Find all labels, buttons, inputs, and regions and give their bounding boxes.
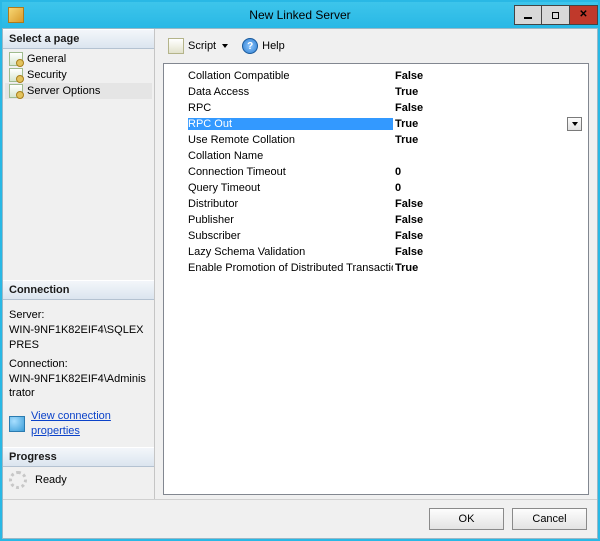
property-name: RPC xyxy=(188,102,393,114)
progress-block: Ready xyxy=(3,467,154,499)
property-row[interactable]: Enable Promotion of Distributed Transact… xyxy=(166,260,586,276)
property-name: Publisher xyxy=(188,214,393,226)
titlebar[interactable]: New Linked Server xyxy=(2,2,598,28)
client-area: Select a page General Security Server Opti… xyxy=(2,28,598,539)
property-name: RPC Out xyxy=(188,118,393,130)
property-row[interactable]: PublisherFalse xyxy=(166,212,586,228)
body: Select a page General Security Server Opti… xyxy=(3,29,597,499)
property-name: Query Timeout xyxy=(188,182,393,194)
property-value[interactable]: True xyxy=(393,262,586,274)
page-icon xyxy=(9,68,23,82)
property-row[interactable]: Collation Name xyxy=(166,148,586,164)
minimize-button[interactable] xyxy=(514,5,542,25)
server-label: Server: xyxy=(9,308,148,323)
cancel-button[interactable]: Cancel xyxy=(512,508,587,530)
property-value[interactable]: False xyxy=(393,214,586,226)
page-icon xyxy=(9,84,23,98)
properties-icon xyxy=(9,416,25,432)
page-item[interactable]: Server Options xyxy=(5,83,152,99)
help-button[interactable]: Help xyxy=(237,35,290,57)
page-item-label: Server Options xyxy=(27,85,100,97)
property-value[interactable]: False xyxy=(393,70,586,82)
property-name: Lazy Schema Validation xyxy=(188,246,393,258)
property-grid[interactable]: Collation CompatibleFalseData AccessTrue… xyxy=(163,63,589,495)
property-row[interactable]: DistributorFalse xyxy=(166,196,586,212)
connection-block: Server: WIN-9NF1K82EIF4\SQLEXPRES Connec… xyxy=(3,300,154,447)
property-row[interactable]: Query Timeout0 xyxy=(166,180,586,196)
script-button[interactable]: Script xyxy=(163,35,233,57)
property-row[interactable]: SubscriberFalse xyxy=(166,228,586,244)
progress-header: Progress xyxy=(3,447,154,467)
property-row[interactable]: RPCFalse xyxy=(166,100,586,116)
window-buttons xyxy=(514,5,598,25)
button-bar: OK Cancel xyxy=(3,499,597,538)
property-row[interactable]: Data AccessTrue xyxy=(166,84,586,100)
property-name: Data Access xyxy=(188,86,393,98)
property-row[interactable]: Collation CompatibleFalse xyxy=(166,68,586,84)
property-value[interactable]: False xyxy=(393,230,586,242)
property-name: Connection Timeout xyxy=(188,166,393,178)
property-value[interactable]: True xyxy=(393,86,586,98)
property-row[interactable]: Use Remote CollationTrue xyxy=(166,132,586,148)
page-item-label: Security xyxy=(27,69,67,81)
property-row[interactable]: Lazy Schema ValidationFalse xyxy=(166,244,586,260)
property-name: Use Remote Collation xyxy=(188,134,393,146)
connection-header: Connection xyxy=(3,280,154,300)
app-icon xyxy=(8,7,24,23)
right-pane: Script Help Collation CompatibleFalseDat… xyxy=(155,29,597,499)
property-name: Collation Name xyxy=(188,150,393,162)
property-value[interactable]: False xyxy=(393,198,586,210)
pages-header: Select a page xyxy=(3,29,154,49)
progress-spinner-icon xyxy=(9,471,27,489)
page-icon xyxy=(9,52,23,66)
page-item[interactable]: Security xyxy=(5,67,152,83)
close-button[interactable] xyxy=(570,5,598,25)
connection-label: Connection: xyxy=(9,357,148,372)
dialog-window: New Linked Server Select a page GeneralS… xyxy=(0,0,600,541)
property-row[interactable]: RPC OutTrue xyxy=(166,116,586,132)
combo-dropdown-button[interactable] xyxy=(567,117,582,131)
script-label: Script xyxy=(188,40,216,52)
progress-status: Ready xyxy=(35,474,67,486)
property-name: Distributor xyxy=(188,198,393,210)
page-list: General Security Server Options xyxy=(3,49,154,105)
property-value[interactable]: 0 xyxy=(393,166,586,178)
property-value[interactable]: 0 xyxy=(393,182,586,194)
property-value[interactable]: True xyxy=(393,134,586,146)
minimize-icon xyxy=(524,17,532,19)
script-icon xyxy=(168,38,184,54)
window-title: New Linked Server xyxy=(2,8,598,22)
connection-value: WIN-9NF1K82EIF4\Administrator xyxy=(9,372,148,402)
property-value[interactable]: False xyxy=(393,102,586,114)
property-row[interactable]: Connection Timeout0 xyxy=(166,164,586,180)
left-pane: Select a page General Security Server Opti… xyxy=(3,29,155,499)
maximize-button[interactable] xyxy=(542,5,570,25)
server-value: WIN-9NF1K82EIF4\SQLEXPRES xyxy=(9,323,148,353)
view-connection-properties-link[interactable]: View connection properties xyxy=(31,409,148,439)
property-name: Enable Promotion of Distributed Transact… xyxy=(188,262,393,274)
maximize-icon xyxy=(552,12,559,19)
page-item-label: General xyxy=(27,53,66,65)
property-value[interactable]: True xyxy=(393,118,586,130)
property-name: Collation Compatible xyxy=(188,70,393,82)
chevron-down-icon xyxy=(222,44,228,48)
ok-button[interactable]: OK xyxy=(429,508,504,530)
toolbar: Script Help xyxy=(163,35,589,63)
property-name: Subscriber xyxy=(188,230,393,242)
page-item[interactable]: General xyxy=(5,51,152,67)
help-icon xyxy=(242,38,258,54)
connection-link-row: View connection properties xyxy=(9,409,148,439)
property-value[interactable]: False xyxy=(393,246,586,258)
help-label: Help xyxy=(262,40,285,52)
left-spacer xyxy=(3,105,154,280)
